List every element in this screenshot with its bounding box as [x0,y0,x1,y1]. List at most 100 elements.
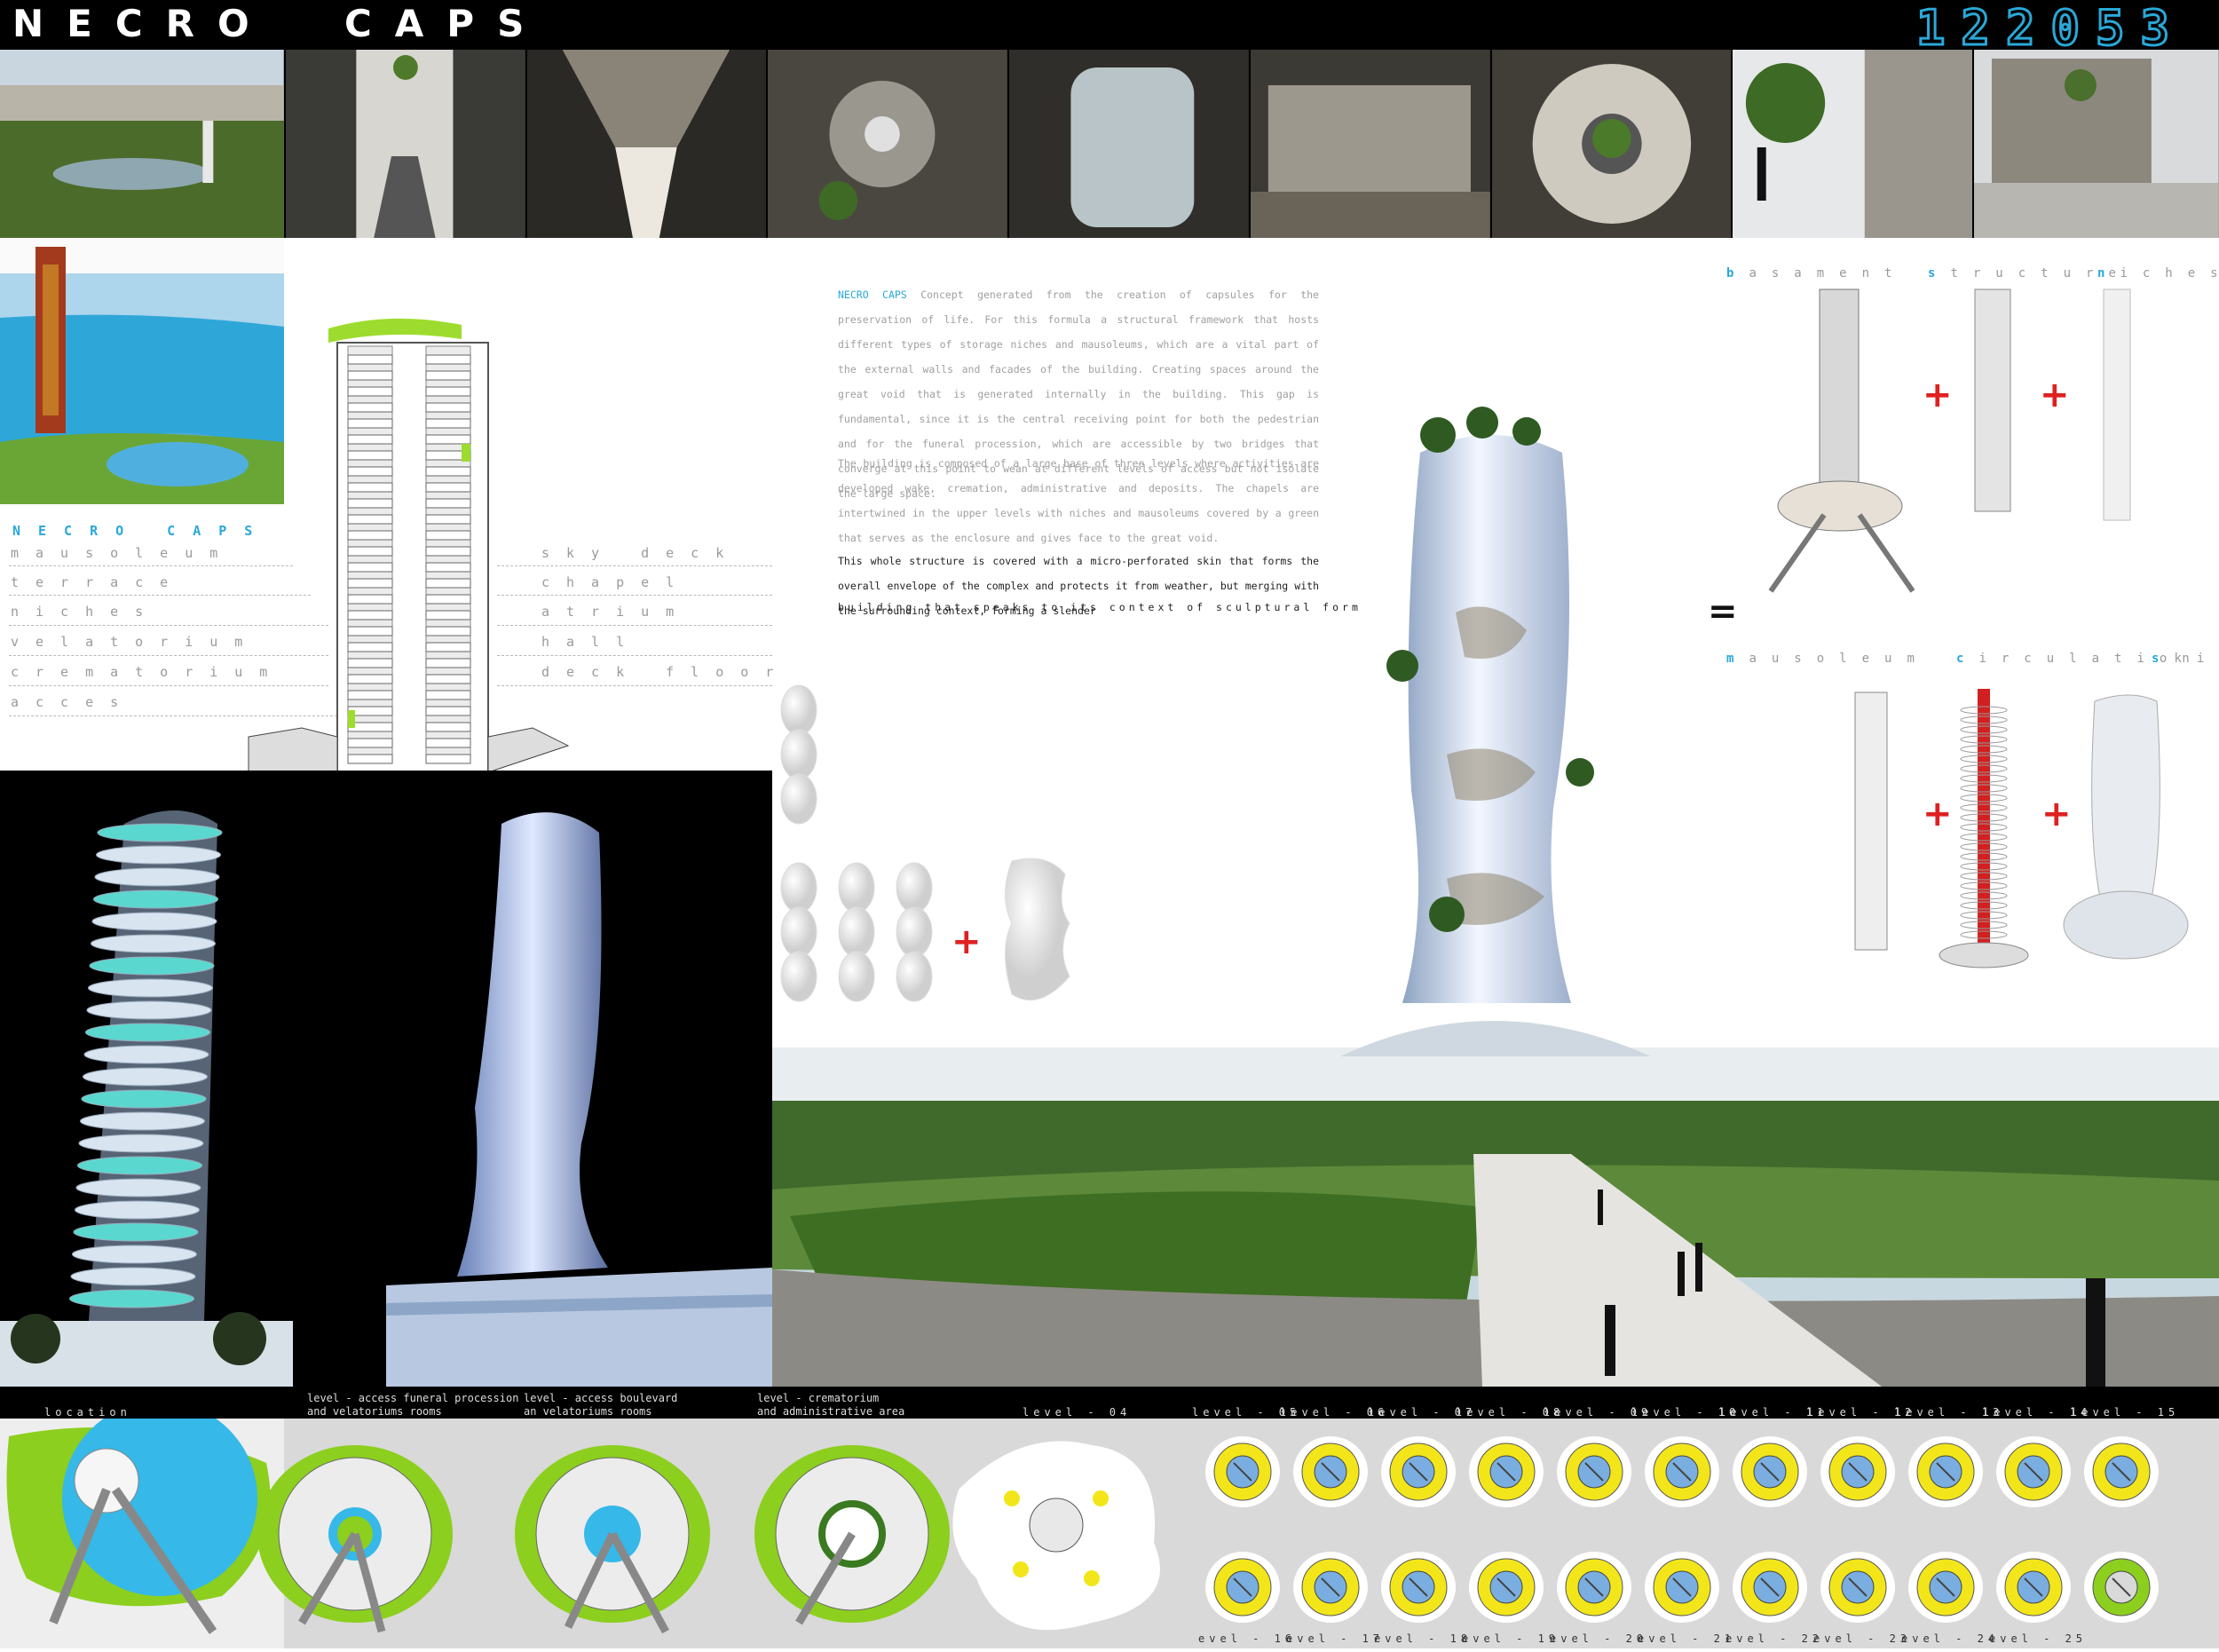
section-floor [425,610,471,620]
label-level: evel - 17 [1286,1632,1385,1645]
plus-sign: + [2040,375,2070,415]
section-floor [347,754,393,764]
label-level-04: level - 04 [1023,1406,1132,1419]
level-plan [1820,1436,1895,1507]
concept-paragraph-3-end: building that speaks to its context of s… [838,601,1362,613]
photo-atrium-up [526,50,769,238]
section-floor [347,738,393,748]
label-level-boulevard: level - access boulevard [524,1392,678,1404]
label-level: evel - 20 [1550,1632,1648,1645]
section-floor [425,530,471,541]
section-floor [347,610,393,620]
section-floor [425,386,471,397]
plus-sign: + [1923,375,1953,415]
entry-code: 122053 [1915,0,2185,58]
level-plan [1557,1552,1631,1623]
equals-sign: = [1708,591,1738,632]
section-floor [347,482,393,493]
label-level: evel - 24 [1901,1632,2000,1645]
section-floor [347,578,393,589]
section-floor [347,386,393,397]
label-level: evel - 21 [1638,1632,1736,1645]
section-floor [425,402,471,413]
tower-ring [77,1156,202,1175]
level-plan [1469,1552,1544,1623]
level-plan [1381,1436,1456,1507]
panorama-photo [772,1047,2219,1387]
label-level: evel - 18 [1374,1632,1473,1645]
section-floor [347,530,393,541]
concept-paragraph-2: The building is composed of a large base… [838,457,1319,544]
photo-capsule-void [1491,50,1733,238]
tower-ring [73,1222,199,1242]
section-floor [425,562,471,573]
level-plan [1205,1436,1280,1507]
section-floor [425,498,471,509]
section-floor [425,578,471,589]
tower-ring [83,1045,209,1064]
components-row-1 [1762,284,2215,595]
section-floor [425,546,471,557]
tower-ring [89,956,215,976]
section-floor [347,546,393,557]
night-render-skin [386,771,772,1387]
level-plan [1908,1436,1983,1507]
section-floor [425,514,471,525]
level-plan [1557,1436,1631,1507]
label-level: level - 15 [2071,1406,2180,1419]
night-render-structure [0,771,386,1387]
photo-terrace [1974,50,2219,238]
section-floor [425,354,471,365]
level-plan [1293,1552,1368,1623]
photo-capsule-wall [1009,50,1251,238]
section-floor [347,514,393,525]
section-floor [425,626,471,636]
label-level: evel - 25 [1989,1632,2088,1645]
section-floor [425,722,471,732]
section-floor [425,706,471,716]
section-floor [425,418,471,429]
section-floor [347,594,393,605]
level-plan [1996,1552,2071,1623]
level-plan [1820,1552,1895,1623]
section-floor [425,466,471,477]
section-floor [347,450,393,461]
tower-ring [88,978,213,998]
tower-ring [75,1178,201,1198]
section-floor [425,482,471,493]
components-row-2 [1837,684,2210,985]
tower-ring [86,1000,212,1020]
section-floor [347,658,393,668]
section-floor [425,658,471,668]
label-level: evel - 22 [1725,1632,1824,1645]
capsule-diagram [772,684,1092,1039]
comp-label-niches: niches [2097,266,2218,281]
tower-ring [70,1267,196,1286]
section-floor [425,754,471,764]
tower-ring [85,1023,210,1042]
level-plan [1381,1552,1456,1623]
label-level-funeral: level - access funeral procession [307,1392,519,1404]
tower-ring [69,1289,194,1308]
section-floor [347,466,393,477]
level-plan [1205,1552,1280,1623]
tower-ring [80,1111,205,1131]
plus-sign: + [2041,794,2072,834]
section-floor [425,370,471,381]
level-plan [1645,1552,1719,1623]
label-level-funeral-2: and velatoriums rooms [307,1405,442,1418]
comp-label-skin: skin [2152,652,2219,666]
section-floor [425,594,471,605]
photo-exterior-figure [1733,50,1975,238]
section-floor [347,370,393,381]
section-floor [347,418,393,429]
level-plan [1645,1436,1719,1507]
plus-sign: + [952,921,982,962]
level-plan [1733,1552,1807,1623]
section-floor [347,498,393,509]
section-floor [347,434,393,445]
comp-label-mausoleum: mausoleum [1726,652,1930,666]
level-plan [1469,1436,1544,1507]
section-floor [425,434,471,445]
section-floor [425,642,471,652]
